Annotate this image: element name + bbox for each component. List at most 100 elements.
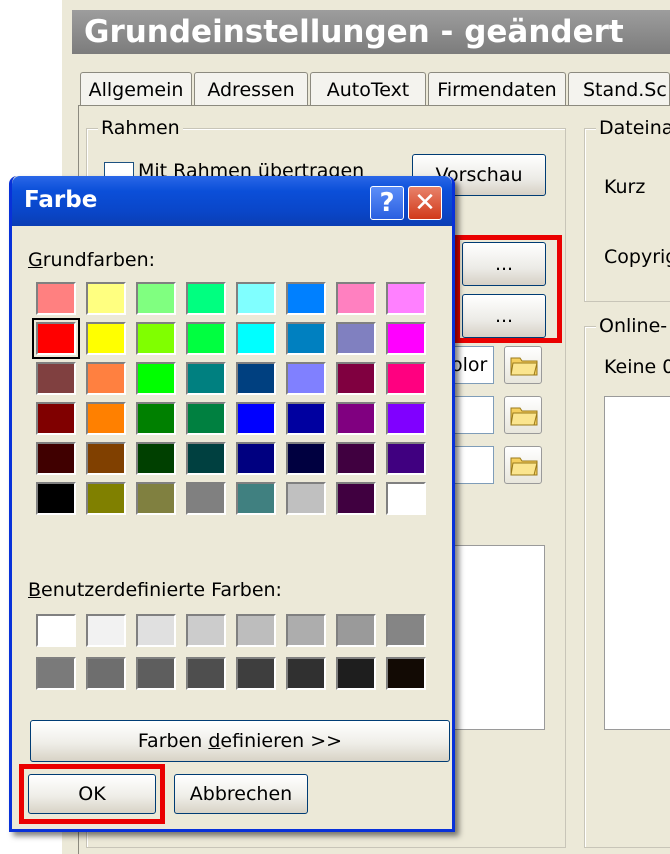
copyright-label: Copyrig (604, 246, 670, 268)
basic-color-swatch[interactable] (236, 402, 276, 435)
basic-color-swatch[interactable] (36, 402, 76, 435)
custom-color-swatch[interactable] (286, 614, 326, 647)
basic-color-swatch[interactable] (236, 282, 276, 315)
basic-color-swatch[interactable] (136, 402, 176, 435)
folder-icon (510, 457, 538, 476)
custom-color-swatch[interactable] (386, 614, 426, 647)
define-colors-text-accel: d (208, 730, 221, 752)
basic-color-swatch[interactable] (286, 282, 326, 315)
basic-color-swatch[interactable] (236, 322, 276, 355)
basic-color-swatch[interactable] (36, 482, 76, 515)
custom-color-swatch[interactable] (336, 614, 376, 647)
ok-button[interactable]: OK (28, 774, 156, 814)
basic-color-swatch[interactable] (386, 482, 426, 515)
basic-color-swatch[interactable] (32, 318, 80, 359)
basic-color-swatch[interactable] (386, 442, 426, 475)
custom-colors-label-accel: B (28, 579, 42, 601)
folder-button-2[interactable] (504, 396, 542, 434)
tab-allgemein[interactable]: Allgemein (80, 72, 192, 106)
basic-color-swatch[interactable] (86, 322, 126, 355)
basic-color-swatch[interactable] (336, 282, 376, 315)
basic-color-swatch[interactable] (286, 442, 326, 475)
define-colors-button[interactable]: Farben definieren >> (30, 720, 450, 762)
basic-color-swatch[interactable] (186, 322, 226, 355)
basic-color-swatch[interactable] (286, 362, 326, 395)
basic-color-swatch[interactable] (386, 362, 426, 395)
basic-color-swatch[interactable] (386, 282, 426, 315)
basic-color-swatch[interactable] (286, 402, 326, 435)
basic-color-swatch[interactable] (386, 322, 426, 355)
basic-color-swatch[interactable] (86, 482, 126, 515)
basic-color-swatch[interactable] (186, 482, 226, 515)
basic-color-swatch[interactable] (136, 362, 176, 395)
tab-adressen[interactable]: Adressen (194, 72, 308, 106)
folder-icon (510, 407, 538, 426)
tab-stand[interactable]: Stand.Sc (568, 72, 670, 106)
basic-color-swatch[interactable] (86, 362, 126, 395)
file-field-1[interactable]: olor (450, 346, 494, 384)
basic-color-swatch[interactable] (86, 402, 126, 435)
custom-colors-label: Benutzerdefinierte Farben: (28, 578, 282, 602)
folder-button-1[interactable] (504, 346, 542, 384)
basic-color-swatch[interactable] (136, 442, 176, 475)
basic-color-swatch[interactable] (286, 482, 326, 515)
custom-color-swatch[interactable] (36, 657, 76, 690)
basic-color-swatch[interactable] (36, 362, 76, 395)
custom-color-swatch[interactable] (286, 657, 326, 690)
custom-color-swatch[interactable] (86, 614, 126, 647)
custom-colors-label-text: enutzerdefinierte Farben: (41, 579, 282, 601)
basic-color-swatch[interactable] (336, 482, 376, 515)
custom-color-swatch[interactable] (186, 657, 226, 690)
custom-color-swatch[interactable] (236, 614, 276, 647)
online-list[interactable] (604, 396, 670, 730)
custom-color-swatch[interactable] (36, 614, 76, 647)
color-dialog: Farbe ? ✕ Grundfarben: Benutzerdefiniert… (9, 176, 455, 832)
basic-color-swatch[interactable] (36, 282, 76, 315)
dateiname-group-label: Dateina (596, 117, 670, 139)
custom-color-swatch[interactable] (136, 614, 176, 647)
basic-color-swatch[interactable] (336, 362, 376, 395)
define-colors-text-post: efinieren >> (220, 730, 343, 752)
basic-color-swatch[interactable] (186, 442, 226, 475)
custom-color-swatch[interactable] (186, 614, 226, 647)
basic-color-swatch[interactable] (136, 282, 176, 315)
custom-color-swatch[interactable] (236, 657, 276, 690)
define-colors-text-pre: Farben (137, 730, 209, 752)
file-field-3[interactable] (450, 446, 494, 484)
preview-box (450, 545, 545, 730)
basic-color-swatch[interactable] (186, 362, 226, 395)
basic-color-swatch[interactable] (236, 482, 276, 515)
folder-button-3[interactable] (504, 446, 542, 484)
custom-color-swatch[interactable] (136, 657, 176, 690)
basic-color-swatch[interactable] (36, 442, 76, 475)
basic-color-swatch[interactable] (186, 402, 226, 435)
folder-icon (510, 357, 538, 376)
online-group-label: Online- (596, 315, 670, 337)
tab-autotext[interactable]: AutoText (310, 72, 426, 106)
basic-color-swatch[interactable] (386, 402, 426, 435)
ellipsis-button-1[interactable]: ... (462, 242, 546, 286)
kurz-label: Kurz (604, 176, 646, 198)
basic-color-swatch[interactable] (136, 322, 176, 355)
file-field-1-text: olor (451, 354, 488, 376)
basic-color-swatch[interactable] (336, 442, 376, 475)
basic-color-swatch[interactable] (86, 442, 126, 475)
rahmen-group-label: Rahmen (98, 117, 183, 139)
tab-firmendaten[interactable]: Firmendaten (428, 72, 566, 106)
custom-color-swatch[interactable] (86, 657, 126, 690)
keine-label: Keine 0 (604, 356, 670, 378)
custom-color-swatch[interactable] (336, 657, 376, 690)
basic-color-swatch[interactable] (136, 482, 176, 515)
cancel-button[interactable]: Abbrechen (174, 774, 308, 814)
file-field-2[interactable] (450, 396, 494, 434)
basic-color-swatch[interactable] (336, 322, 376, 355)
basic-color-swatch[interactable] (236, 362, 276, 395)
dateiname-group (584, 128, 670, 302)
basic-color-swatch[interactable] (236, 442, 276, 475)
basic-color-swatch[interactable] (286, 322, 326, 355)
basic-color-swatch[interactable] (336, 402, 376, 435)
basic-color-swatch[interactable] (186, 282, 226, 315)
ellipsis-button-2[interactable]: ... (462, 294, 546, 338)
basic-color-swatch[interactable] (86, 282, 126, 315)
custom-color-swatch[interactable] (386, 657, 426, 690)
